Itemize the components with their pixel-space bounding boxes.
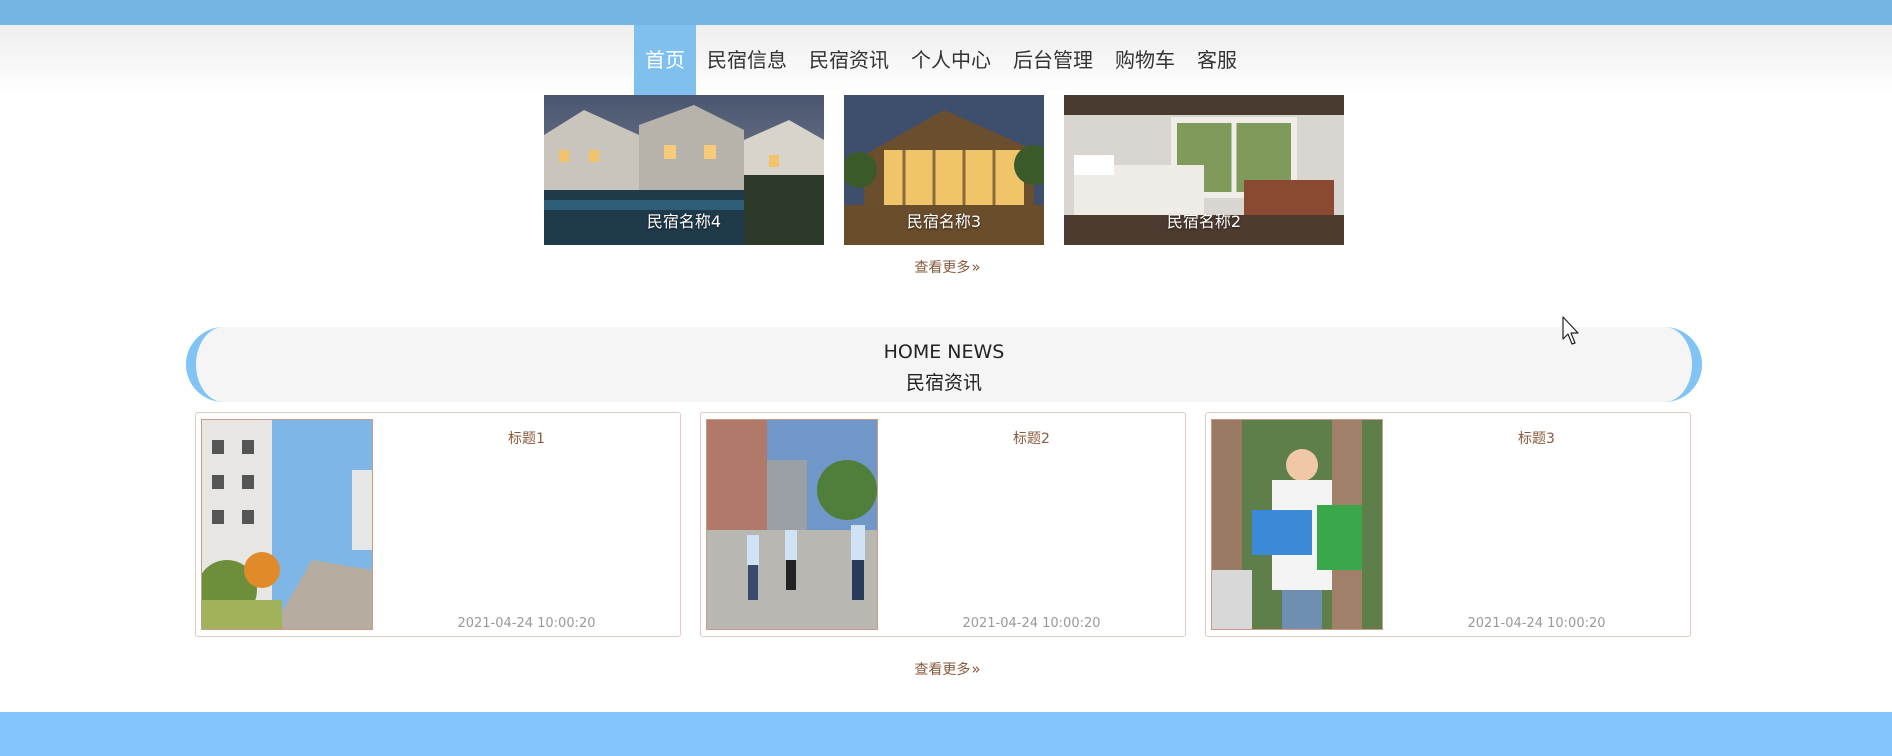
news-section-heading: HOME NEWS 民宿资讯 [186, 327, 1702, 402]
news-card[interactable]: 标题3 2021-04-24 10:00:20 [1205, 412, 1691, 637]
news-date: 2021-04-24 10:00:20 [457, 616, 596, 631]
news-date: 2021-04-24 10:00:20 [1467, 616, 1606, 631]
mouse-cursor-icon [1562, 316, 1579, 345]
houses-more-label: 查看更多 [914, 260, 971, 276]
nav-item-customer-service[interactable]: 客服 [1186, 25, 1248, 95]
footer-bar [0, 712, 1892, 756]
nav-item-home[interactable]: 首页 [634, 25, 696, 95]
news-thumbnail [706, 419, 878, 630]
news-heading-zh: 民宿资讯 [905, 372, 982, 394]
houses-more-link[interactable]: 查看更多» [0, 257, 1892, 277]
house-name: 民宿名称2 [1166, 212, 1242, 231]
news-title[interactable]: 标题1 [373, 428, 680, 448]
news-title[interactable]: 标题3 [1383, 428, 1690, 448]
news-more-link[interactable]: 查看更多» [0, 659, 1892, 679]
main-nav: 首页 民宿信息 民宿资讯 个人中心 后台管理 购物车 客服 [0, 25, 1892, 95]
nav-item-homestay-news[interactable]: 民宿资讯 [798, 25, 900, 95]
news-title[interactable]: 标题2 [878, 428, 1185, 448]
nav-item-cart[interactable]: 购物车 [1104, 25, 1186, 95]
double-chevron-right-icon: » [971, 660, 980, 678]
nav-item-homestay-info[interactable]: 民宿信息 [696, 25, 798, 95]
house-card[interactable]: 民宿名称4 [544, 95, 824, 245]
top-bar [0, 0, 1892, 25]
house-name: 民宿名称3 [906, 212, 982, 231]
news-thumbnail [201, 419, 373, 630]
house-card[interactable]: 民宿名称3 [844, 95, 1044, 245]
nav-item-admin[interactable]: 后台管理 [1002, 25, 1104, 95]
news-card[interactable]: 标题2 2021-04-24 10:00:20 [700, 412, 1186, 637]
double-chevron-right-icon: » [971, 258, 980, 276]
nav-item-personal-center[interactable]: 个人中心 [900, 25, 1002, 95]
nav-items: 首页 民宿信息 民宿资讯 个人中心 后台管理 购物车 客服 [634, 25, 1248, 95]
news-date: 2021-04-24 10:00:20 [962, 616, 1101, 631]
news-more-label: 查看更多 [914, 662, 971, 678]
news-card[interactable]: 标题1 2021-04-24 10:00:20 [195, 412, 681, 637]
news-thumbnail [1211, 419, 1383, 630]
news-heading-en: HOME NEWS [883, 341, 1005, 363]
house-card[interactable]: 民宿名称2 [1064, 95, 1344, 245]
house-name: 民宿名称4 [646, 212, 722, 231]
